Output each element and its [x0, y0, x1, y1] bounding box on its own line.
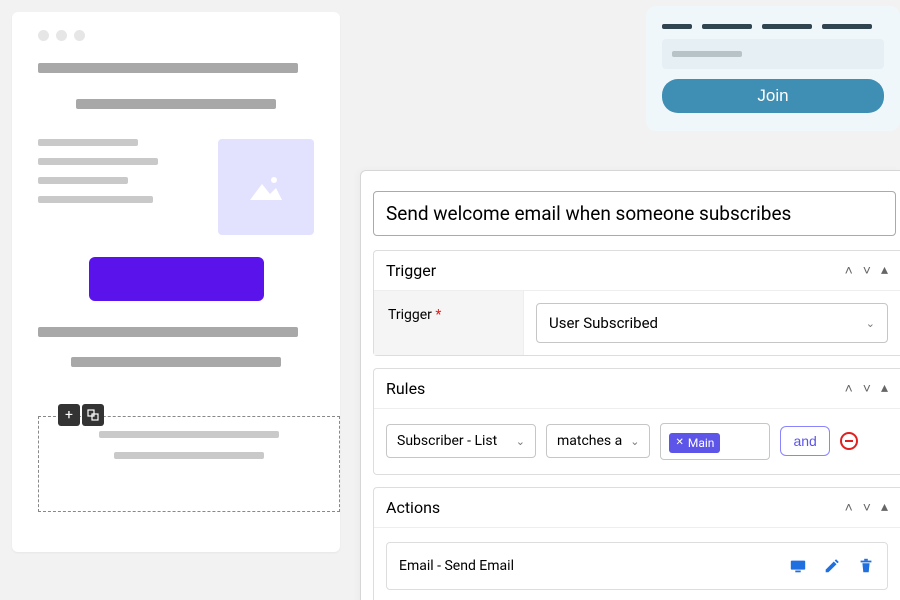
remove-tag-icon[interactable]: ✕ — [675, 437, 683, 448]
move-down-icon[interactable]: ˅ — [863, 499, 871, 516]
trigger-section: Trigger ˄ ˅ ▴ Trigger * User Subscribed … — [373, 250, 900, 356]
action-item: Email - Send Email — [386, 542, 888, 590]
collapse-icon[interactable]: ▴ — [881, 262, 888, 279]
actions-section: Actions ˄ ˅ ▴ Email - Send Email — [373, 487, 900, 600]
block-tools: + — [58, 404, 104, 426]
placeholder-line — [99, 431, 279, 438]
widget-header-lines — [662, 24, 884, 29]
automation-title-input[interactable] — [373, 191, 896, 236]
move-block-button[interactable] — [82, 404, 104, 426]
image-icon — [248, 172, 284, 202]
add-block-button[interactable]: + — [58, 404, 80, 426]
rule-value-input[interactable]: ✕Main — [660, 423, 770, 460]
action-label: Email - Send Email — [399, 558, 514, 574]
placeholder-line — [38, 327, 298, 337]
rules-section: Rules ˄ ˅ ▴ Subscriber - List⌄ matches a… — [373, 368, 900, 475]
rule-value-tag[interactable]: ✕Main — [669, 433, 720, 453]
editor-drop-zone[interactable] — [38, 416, 340, 512]
placeholder-line — [38, 158, 158, 165]
collapse-icon[interactable]: ▴ — [881, 380, 888, 397]
join-button[interactable]: Join — [662, 79, 884, 113]
move-down-icon[interactable]: ˅ — [863, 262, 871, 279]
email-field[interactable] — [662, 39, 884, 69]
join-widget: Join — [646, 6, 900, 131]
move-up-icon[interactable]: ˄ — [845, 499, 853, 516]
placeholder-line — [114, 452, 264, 459]
placeholder-line — [38, 177, 128, 184]
delete-icon[interactable] — [857, 557, 875, 575]
chevron-down-icon: ⌄ — [866, 317, 875, 330]
move-icon — [87, 409, 99, 421]
collapse-icon[interactable]: ▴ — [881, 499, 888, 516]
preview-icon[interactable] — [789, 557, 807, 575]
remove-rule-icon[interactable] — [840, 432, 858, 450]
chevron-down-icon: ⌄ — [516, 435, 525, 448]
automation-panel: Trigger ˄ ˅ ▴ Trigger * User Subscribed … — [360, 170, 900, 600]
trigger-select[interactable]: User Subscribed ⌄ — [536, 303, 888, 343]
add-and-condition-button[interactable]: and — [780, 426, 829, 456]
placeholder-line — [38, 63, 298, 73]
window-dots — [38, 30, 314, 41]
image-placeholder — [218, 139, 314, 235]
move-down-icon[interactable]: ˅ — [863, 380, 871, 397]
chevron-down-icon: ⌄ — [630, 435, 639, 448]
placeholder-line — [76, 99, 276, 109]
rule-operator-select[interactable]: matches a⌄ — [546, 424, 650, 458]
section-heading: Trigger — [386, 261, 436, 280]
move-up-icon[interactable]: ˄ — [845, 262, 853, 279]
section-heading: Rules — [386, 379, 425, 398]
placeholder-line — [38, 196, 153, 203]
placeholder-line — [71, 357, 281, 367]
placeholder-line — [38, 139, 138, 146]
trigger-field-label: Trigger * — [374, 291, 524, 355]
section-heading: Actions — [386, 498, 440, 517]
move-up-icon[interactable]: ˄ — [845, 380, 853, 397]
cta-button[interactable] — [89, 257, 264, 301]
rule-subject-select[interactable]: Subscriber - List⌄ — [386, 424, 536, 458]
edit-icon[interactable] — [823, 557, 841, 575]
